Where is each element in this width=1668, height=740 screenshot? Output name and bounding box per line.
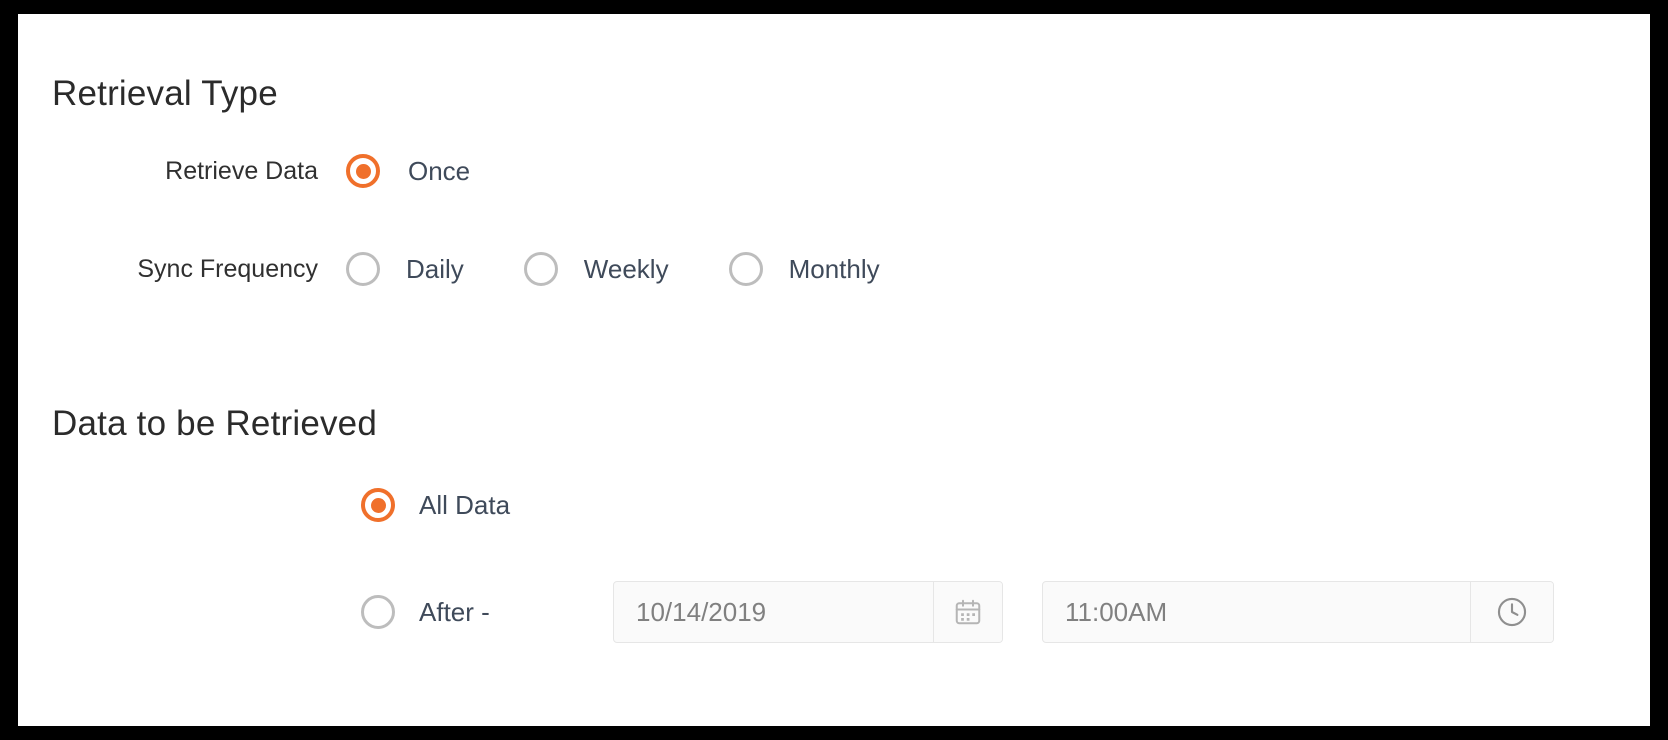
date-picker-button[interactable]	[933, 582, 1002, 642]
radio-option-after[interactable]: After -	[361, 595, 551, 629]
radio-option-all-data[interactable]: All Data	[361, 488, 510, 522]
radio-label-monthly: Monthly	[788, 253, 880, 284]
radio-icon-once[interactable]	[346, 154, 380, 188]
time-input[interactable]: 11:00AM	[1042, 581, 1554, 643]
radio-label-once: Once	[408, 155, 471, 186]
radio-label-all-data: All Data	[419, 489, 511, 520]
clock-icon	[1495, 595, 1529, 629]
settings-panel: Retrieval Type Retrieve Data Once Sync F…	[18, 14, 1650, 726]
radio-option-monthly[interactable]: Monthly	[728, 252, 880, 286]
after-date-row: After - 10/14/2019 11:00AM	[361, 581, 1554, 643]
radio-icon-weekly[interactable]	[523, 252, 558, 286]
time-input-value[interactable]: 11:00AM	[1043, 582, 1470, 642]
radio-icon-all-data[interactable]	[361, 488, 395, 522]
sync-frequency-label: Sync Frequency	[137, 254, 318, 283]
data-to-be-retrieved-heading: Data to be Retrieved	[52, 404, 378, 443]
radio-option-once[interactable]: Once	[346, 154, 470, 188]
date-input-value[interactable]: 10/14/2019	[614, 582, 933, 642]
sync-frequency-radio-group: Daily Weekly Monthly	[346, 252, 880, 286]
retrieve-data-row: Retrieve Data Once	[18, 154, 1650, 188]
date-input[interactable]: 10/14/2019	[613, 581, 1003, 643]
retrieval-type-heading: Retrieval Type	[52, 74, 278, 113]
retrieve-data-radio-group: Once	[346, 154, 470, 188]
retrieve-data-label: Retrieve Data	[165, 156, 318, 185]
calendar-icon	[953, 597, 983, 627]
radio-option-weekly[interactable]: Weekly	[523, 252, 669, 286]
radio-icon-daily[interactable]	[346, 252, 380, 286]
sync-frequency-row: Sync Frequency Daily Weekly Monthly	[18, 252, 1650, 286]
radio-icon-after[interactable]	[361, 595, 395, 629]
radio-label-daily: Daily	[406, 253, 464, 284]
radio-option-daily[interactable]: Daily	[346, 252, 464, 286]
radio-label-after: After -	[419, 596, 490, 627]
radio-icon-monthly[interactable]	[728, 252, 763, 286]
screen-frame: Retrieval Type Retrieve Data Once Sync F…	[0, 0, 1668, 740]
all-data-row: All Data	[361, 488, 510, 522]
time-picker-button[interactable]	[1470, 582, 1553, 642]
radio-label-weekly: Weekly	[583, 253, 669, 284]
